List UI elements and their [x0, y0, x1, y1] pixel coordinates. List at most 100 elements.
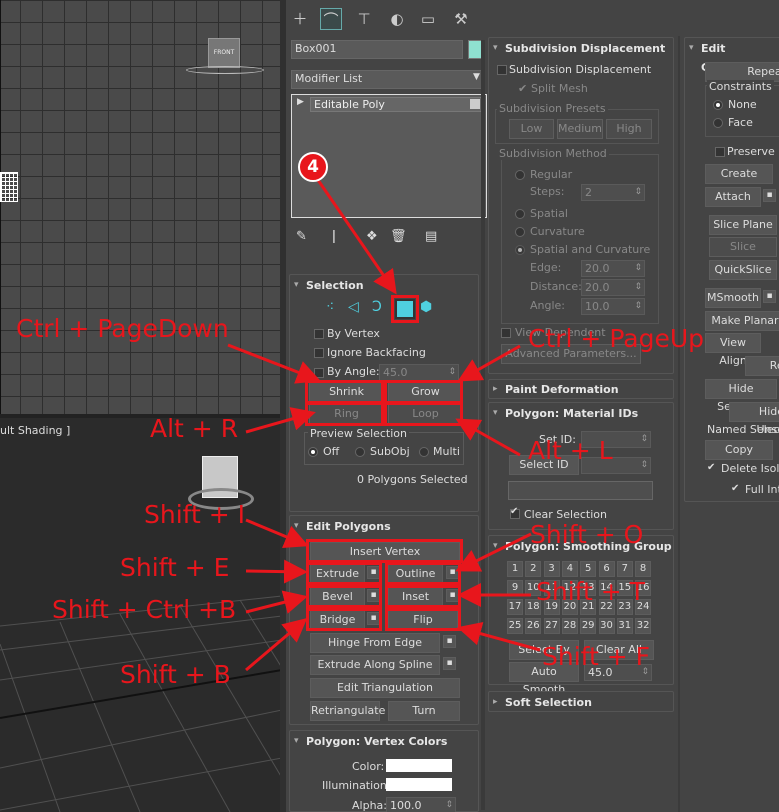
full-interactivity-check-icon[interactable]: ✔: [731, 483, 739, 494]
smoothing-group-8-button[interactable]: 8: [635, 561, 652, 577]
by-vertex-checkbox[interactable]: [314, 329, 324, 339]
attach-settings-button[interactable]: ▪: [763, 189, 776, 202]
edit-geometry-header[interactable]: Edit Geometry: [685, 39, 779, 74]
front-viewport[interactable]: FRONT: [0, 0, 280, 416]
smoothing-group-5-button[interactable]: 5: [580, 561, 597, 577]
material-ids-header[interactable]: Polygon: Material IDs: [489, 404, 673, 423]
soft-selection-rollout[interactable]: Soft Selection: [488, 691, 674, 712]
preview-subobj-radio[interactable]: [355, 447, 365, 457]
delete-isolated-check-icon[interactable]: ✔: [707, 462, 715, 473]
relax-button[interactable]: Relax: [745, 356, 779, 376]
low-preset-button[interactable]: Low: [509, 119, 554, 139]
angle-spinner[interactable]: 10.0: [581, 298, 645, 315]
make-planar-button[interactable]: Make Planar: [705, 311, 779, 331]
medium-preset-button[interactable]: Medium: [557, 119, 603, 139]
edit-polygons-header[interactable]: Edit Polygons: [290, 517, 478, 536]
high-preset-button[interactable]: High: [606, 119, 652, 139]
smoothing-group-25-button[interactable]: 25: [507, 618, 523, 634]
distance-spinner[interactable]: 20.0: [581, 279, 645, 296]
smoothing-group-6-button[interactable]: 6: [598, 561, 615, 577]
smoothing-group-2-button[interactable]: 2: [525, 561, 542, 577]
paint-deformation-header[interactable]: Paint Deformation: [489, 380, 673, 399]
motion-tab-icon[interactable]: ◐: [386, 8, 408, 30]
smoothing-group-28-button[interactable]: 28: [561, 618, 578, 634]
preview-multi-radio[interactable]: [419, 447, 429, 457]
edit-triangulation-button[interactable]: Edit Triangulation: [310, 678, 460, 698]
smoothing-group-29-button[interactable]: 29: [580, 618, 597, 634]
illumination-swatch[interactable]: [386, 778, 452, 791]
slice-button[interactable]: Slice: [709, 237, 777, 257]
panel-scrollbar[interactable]: [481, 40, 485, 810]
regular-radio[interactable]: [515, 170, 525, 180]
subdivision-displacement-header[interactable]: Subdivision Displacement: [489, 39, 673, 58]
quickslice-button[interactable]: QuickSlice: [709, 260, 777, 280]
hinge-settings-button[interactable]: ▪: [443, 635, 456, 648]
viewcube-front[interactable]: FRONT: [208, 38, 240, 68]
smoothing-group-32-button[interactable]: 32: [635, 618, 652, 634]
vertex-colors-header[interactable]: Polygon: Vertex Colors: [290, 732, 478, 751]
modify-tab-icon[interactable]: ⌒: [320, 8, 342, 30]
smoothing-group-1-button[interactable]: 1: [507, 561, 523, 577]
paint-deformation-rollout[interactable]: Paint Deformation: [488, 379, 674, 399]
pin-stack-icon[interactable]: ✎: [296, 229, 307, 244]
alpha-spinner[interactable]: 100.0: [386, 797, 456, 812]
border-mode-icon[interactable]: Ↄ: [372, 299, 382, 315]
display-tab-icon[interactable]: ▭: [417, 8, 439, 30]
smoothing-group-31-button[interactable]: 31: [616, 618, 633, 634]
soft-selection-header[interactable]: Soft Selection: [489, 693, 673, 712]
extrude-spline-settings-button[interactable]: ▪: [443, 657, 456, 670]
by-angle-checkbox[interactable]: [314, 368, 324, 378]
stack-item-editable-poly[interactable]: Editable Poly: [310, 97, 484, 112]
expand-triangle-icon[interactable]: ▶: [297, 97, 304, 107]
face-radio[interactable]: [713, 118, 723, 128]
slice-plane-button[interactable]: Slice Plane: [709, 215, 777, 235]
hide-selected-button[interactable]: Hide Selected: [705, 379, 777, 413]
subdivision-displacement-checkbox[interactable]: [497, 65, 507, 75]
attach-button[interactable]: Attach: [705, 187, 761, 207]
curvature-radio[interactable]: [515, 227, 525, 237]
material-name-dropdown[interactable]: [508, 481, 653, 500]
selection-rollout-header[interactable]: Selection: [290, 276, 478, 295]
configure-sets-icon[interactable]: ▤: [425, 229, 437, 244]
by-angle-spinner[interactable]: 45.0: [379, 364, 459, 381]
element-mode-icon[interactable]: ⬢: [420, 299, 432, 315]
smoothing-group-9-button[interactable]: 9: [507, 580, 523, 596]
smoothing-group-7-button[interactable]: 7: [616, 561, 633, 577]
smoothing-group-17-button[interactable]: 17: [507, 599, 523, 615]
smoothing-group-3-button[interactable]: 3: [543, 561, 560, 577]
view-dependent-checkbox[interactable]: [501, 328, 511, 338]
hierarchy-tab-icon[interactable]: ⊤: [353, 8, 375, 30]
extrude-along-spline-button[interactable]: Extrude Along Spline: [310, 655, 440, 675]
create-tab-icon[interactable]: ＋: [289, 8, 311, 30]
preview-off-radio[interactable]: [308, 447, 318, 457]
stack-item-toggle[interactable]: [470, 99, 480, 109]
copy-button[interactable]: Copy: [705, 440, 773, 460]
smoothing-group-27-button[interactable]: 27: [543, 618, 560, 634]
msmooth-button[interactable]: MSmooth: [705, 288, 761, 308]
make-unique-icon[interactable]: ❖: [366, 229, 378, 244]
smoothing-group-4-button[interactable]: 4: [561, 561, 578, 577]
spatial-radio[interactable]: [515, 209, 525, 219]
none-radio[interactable]: [713, 100, 723, 110]
color-swatch[interactable]: [386, 759, 452, 772]
modifier-list-dropdown[interactable]: Modifier List: [291, 70, 484, 89]
vertex-mode-icon[interactable]: ⁖: [326, 299, 334, 315]
view-align-button[interactable]: View Align: [705, 333, 761, 367]
steps-spinner[interactable]: 2: [581, 184, 645, 201]
repeat-button[interactable]: Repeat: [705, 62, 779, 82]
spatial-curvature-radio[interactable]: [515, 245, 525, 255]
hinge-from-edge-button[interactable]: Hinge From Edge: [310, 633, 440, 653]
remove-modifier-icon[interactable]: 🗑: [390, 229, 407, 244]
utilities-tab-icon[interactable]: ⚒: [450, 8, 472, 30]
edge-spinner[interactable]: 20.0: [581, 260, 645, 277]
turn-button[interactable]: Turn: [388, 701, 460, 721]
preserve-uvs-checkbox[interactable]: [715, 147, 725, 157]
smoothing-group-30-button[interactable]: 30: [598, 618, 615, 634]
hide-unselected-button[interactable]: Hide Unse: [729, 402, 779, 436]
smoothing-group-26-button[interactable]: 26: [525, 618, 542, 634]
retriangulate-button[interactable]: Retriangulate: [310, 701, 385, 721]
split-mesh-check-icon[interactable]: ✔: [518, 82, 527, 95]
edge-mode-icon[interactable]: ◁: [348, 299, 359, 315]
show-end-result-icon[interactable]: ǀ: [332, 229, 336, 244]
object-name-field[interactable]: Box001: [291, 40, 463, 59]
